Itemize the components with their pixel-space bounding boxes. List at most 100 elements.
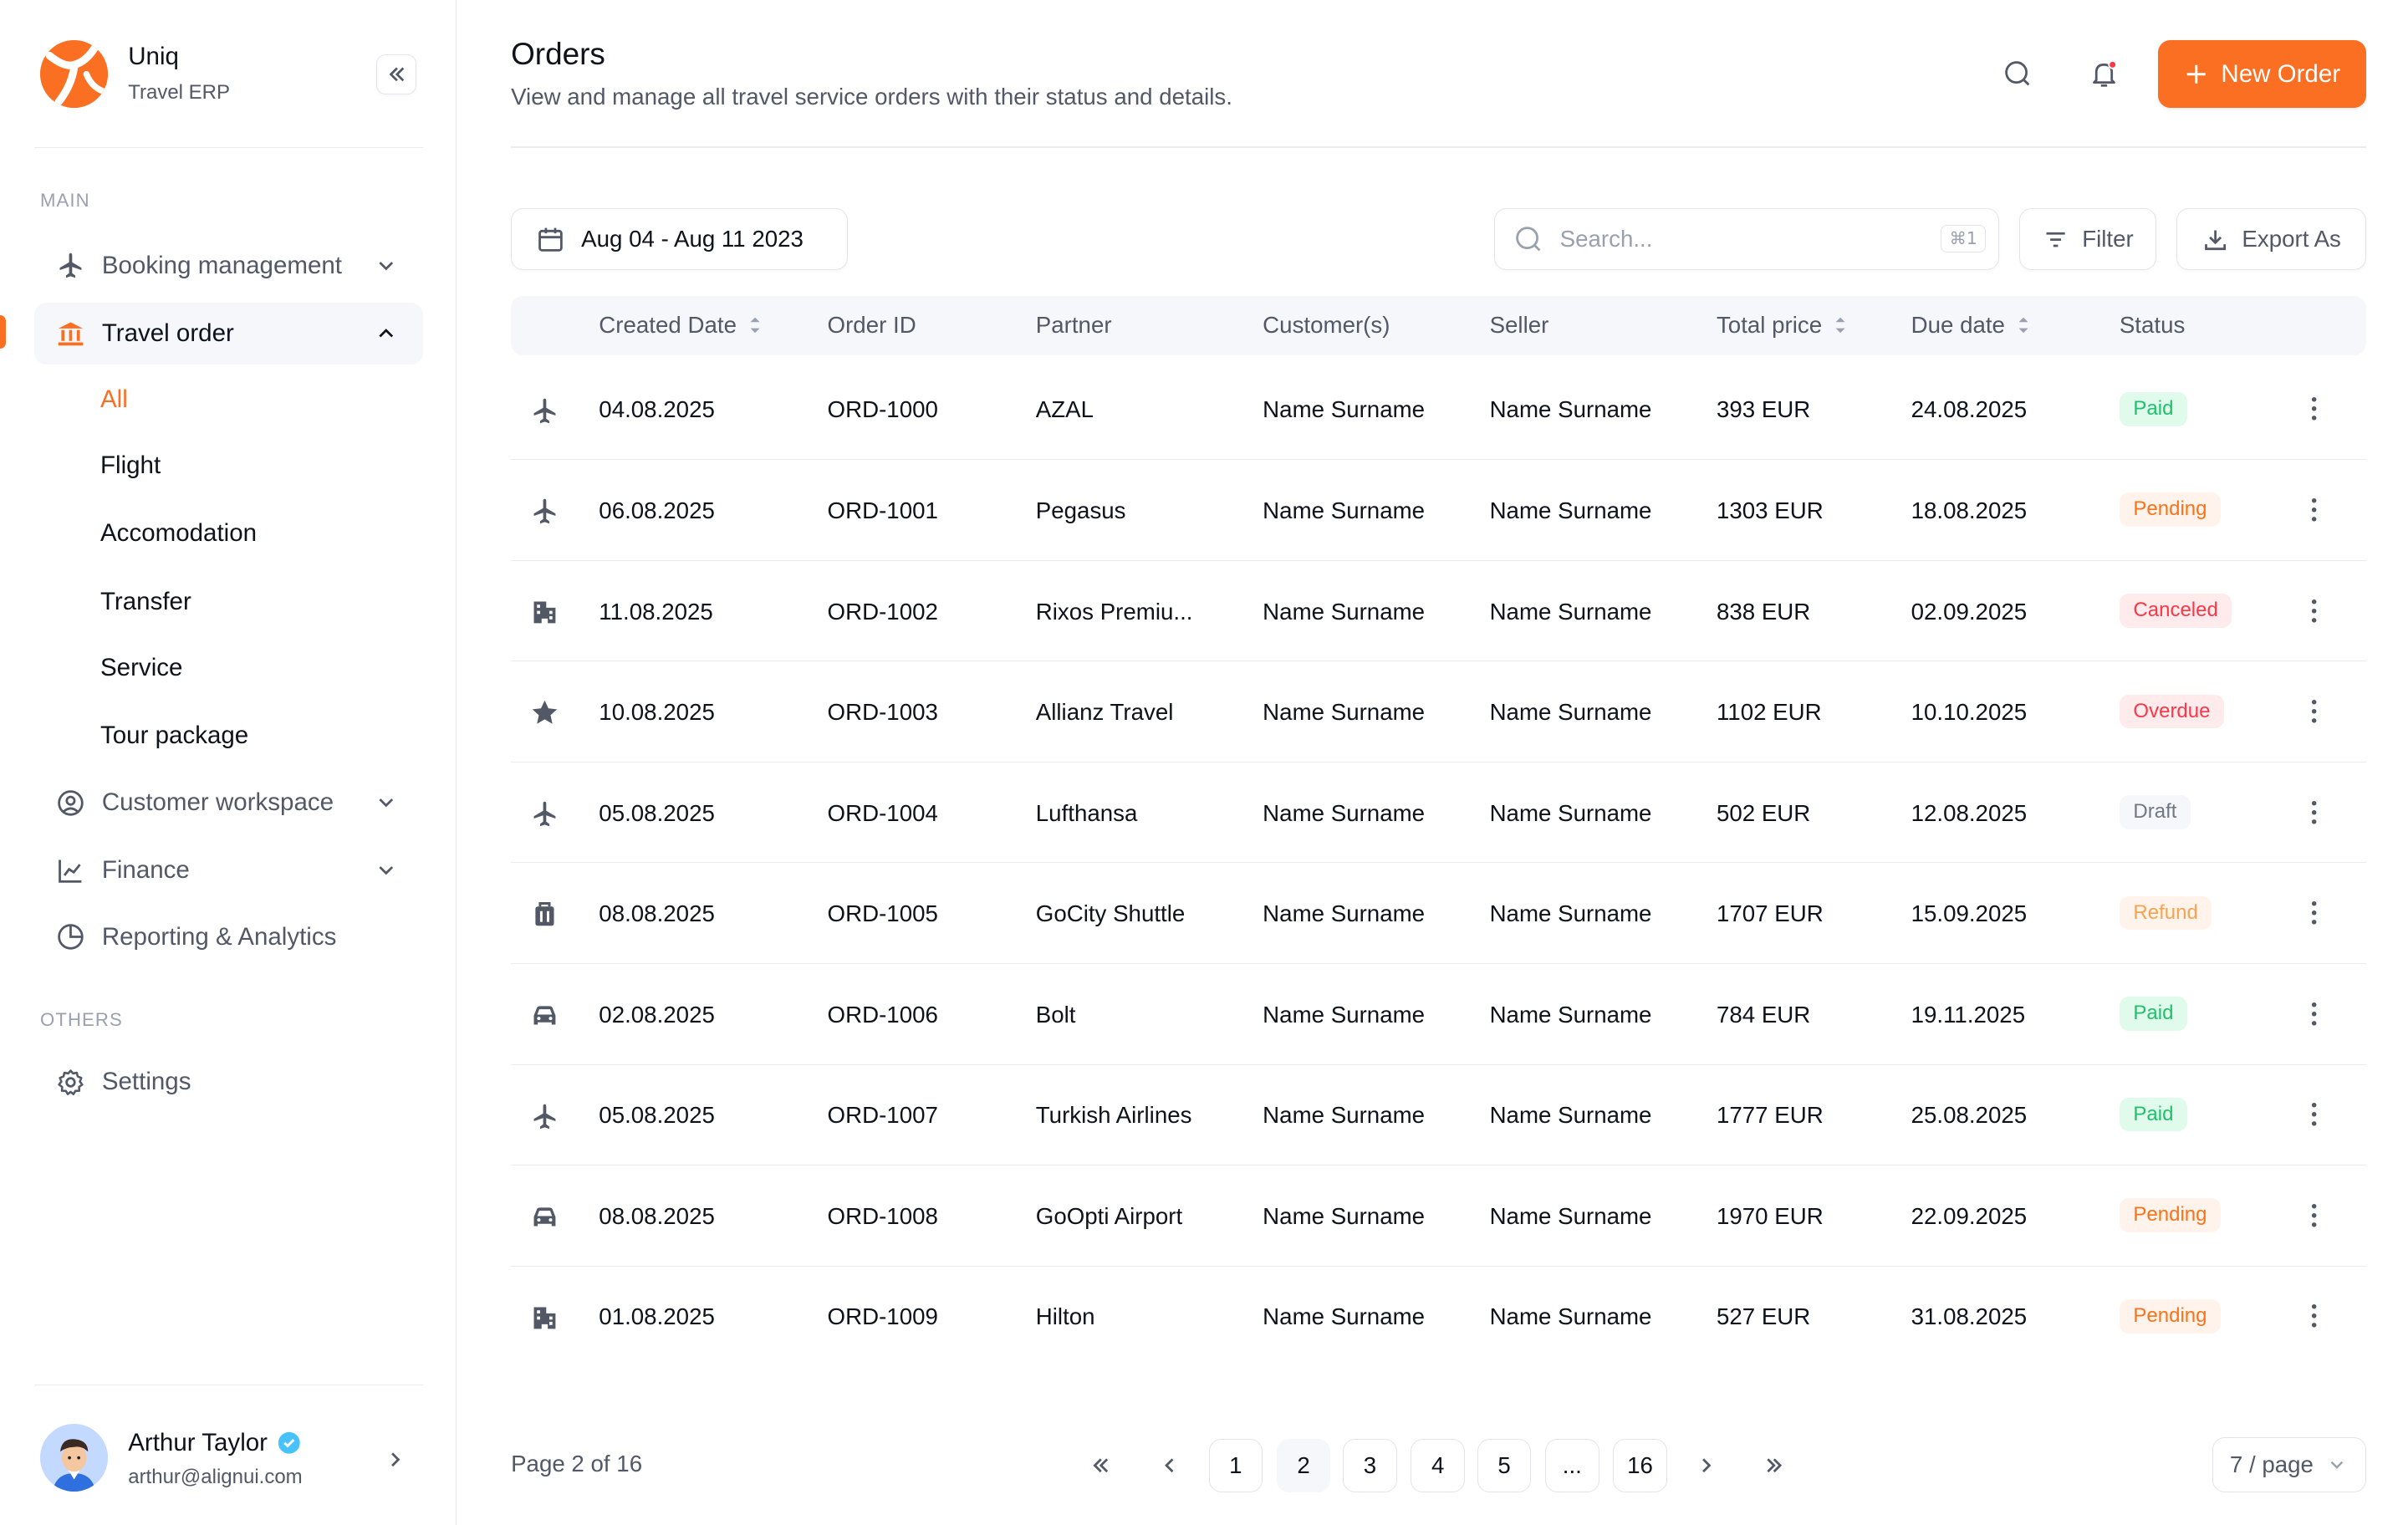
cell-due-date: 24.08.2025 xyxy=(1911,396,2028,423)
new-order-button[interactable]: New Order xyxy=(2157,40,2367,109)
table-row[interactable]: 08.08.2025 ORD-1005 GoCity Shuttle Name Sur… xyxy=(511,864,2367,964)
notifications-button[interactable] xyxy=(2079,49,2129,99)
subnav-service[interactable]: Service xyxy=(100,653,182,684)
row-actions-menu-icon[interactable] xyxy=(2298,595,2329,626)
subnav-accomodation[interactable]: Accomodation xyxy=(100,518,257,549)
column-order-id: Order ID xyxy=(827,311,916,338)
cell-partner: GoCity Shuttle xyxy=(1035,900,1186,927)
row-actions-menu-icon[interactable] xyxy=(2298,898,2329,929)
cell-partner: Bolt xyxy=(1035,1001,1076,1028)
page-description: View and manage all travel service order… xyxy=(511,83,1232,110)
active-indicator xyxy=(0,314,7,349)
collapse-sidebar-button[interactable] xyxy=(376,54,417,94)
building-columns-icon xyxy=(55,318,86,349)
page-button-4[interactable]: 4 xyxy=(1411,1438,1466,1493)
row-actions-menu-icon[interactable] xyxy=(2298,1099,2329,1130)
cell-seller: Name Surname xyxy=(1489,699,1652,726)
subnav-flight[interactable]: Flight xyxy=(100,451,161,482)
cell-order-id: ORD-1006 xyxy=(827,1001,938,1028)
cell-created-date: 10.08.2025 xyxy=(599,699,715,726)
page-button-1[interactable]: 1 xyxy=(1208,1438,1263,1493)
table-row[interactable]: 01.08.2025 ORD-1009 Hilton Name Surname Name… xyxy=(511,1267,2366,1367)
cell-total-price: 1303 EUR xyxy=(1716,497,1824,524)
row-actions-menu-icon[interactable] xyxy=(2298,494,2329,525)
sidebar-item-reporting-analytics[interactable]: Reporting & Analytics xyxy=(34,906,423,968)
status-badge: Paid xyxy=(2119,997,2188,1031)
filter-button[interactable]: Filter xyxy=(2018,208,2157,271)
subnav-tour-package[interactable]: Tour package xyxy=(100,721,248,752)
column-status: Status xyxy=(2119,311,2186,338)
table-row[interactable]: 08.08.2025 ORD-1008 GoOpti Airport Name Sur… xyxy=(511,1166,2367,1267)
row-actions-menu-icon[interactable] xyxy=(2298,797,2329,828)
cell-partner: Pegasus xyxy=(1035,497,1126,524)
cell-due-date: 22.09.2025 xyxy=(1911,1202,2028,1229)
brand-header: Uniq Travel ERP xyxy=(33,0,423,149)
sort-icon xyxy=(1835,317,1845,334)
cell-seller: Name Surname xyxy=(1489,396,1652,423)
column-due-date[interactable]: Due date xyxy=(1911,312,2033,339)
row-actions-menu-icon[interactable] xyxy=(2298,998,2329,1029)
row-actions-menu-icon[interactable] xyxy=(2298,394,2329,425)
cell-partner: Rixos Premiu... xyxy=(1035,598,1193,625)
avatar xyxy=(39,1424,109,1492)
user-profile[interactable]: Arthur Taylor arthur@alignui.com xyxy=(33,1385,423,1525)
status-badge: Pending xyxy=(2119,1198,2222,1232)
cell-seller: Name Surname xyxy=(1489,1202,1652,1229)
prev-page-button[interactable] xyxy=(1142,1439,1196,1493)
uniq-logo xyxy=(39,40,109,109)
date-range-label: Aug 04 - Aug 11 2023 xyxy=(581,226,804,252)
chevron-down-icon xyxy=(379,798,393,808)
cell-partner: Lufthansa xyxy=(1035,799,1138,826)
download-icon xyxy=(2205,230,2227,250)
column-seller: Seller xyxy=(1489,311,1549,338)
chevron-down-icon xyxy=(379,261,393,271)
page-button-3[interactable]: 3 xyxy=(1343,1438,1397,1493)
cell-partner: Turkish Airlines xyxy=(1035,1102,1192,1129)
shortcut-hint: ⌘1 xyxy=(1941,224,1987,253)
table-row[interactable]: 05.08.2025 ORD-1007 Turkish Airlines Name S… xyxy=(511,1065,2367,1166)
page-button-5[interactable]: 5 xyxy=(1477,1438,1532,1493)
cell-created-date: 05.08.2025 xyxy=(599,1102,715,1129)
table-row[interactable]: 04.08.2025 ORD-1000 AZAL Name Surname Name S… xyxy=(511,360,2367,461)
search-button[interactable] xyxy=(1992,49,2042,99)
last-page-button[interactable] xyxy=(1747,1439,1802,1493)
sidebar-item-customer-workspace[interactable]: Customer workspace xyxy=(34,772,423,834)
double-chevron-right-icon xyxy=(1767,1458,1783,1473)
first-page-button[interactable] xyxy=(1074,1439,1129,1493)
cell-due-date: 25.08.2025 xyxy=(1911,1102,2028,1129)
sidebar-item-travel-order[interactable]: Travel order xyxy=(33,302,423,365)
cell-customer: Name Surname xyxy=(1263,396,1426,423)
section-others-label: OTHERS xyxy=(40,1009,123,1031)
column-created-date[interactable]: Created Date xyxy=(599,312,764,339)
page-button-2[interactable]: 2 xyxy=(1276,1438,1331,1493)
table-row[interactable]: 11.08.2025 ORD-1002 Rixos Premiu... Name Su… xyxy=(511,561,2367,662)
table-row[interactable]: 02.08.2025 ORD-1006 Bolt Name Surname Name S… xyxy=(511,965,2367,1065)
search-field[interactable]: ⌘1 xyxy=(1494,208,1999,271)
sidebar-item-settings[interactable]: Settings xyxy=(34,1051,423,1113)
per-page-select[interactable]: 7 / page xyxy=(2212,1436,2367,1493)
row-actions-menu-icon[interactable] xyxy=(2298,696,2329,727)
row-actions-menu-icon[interactable] xyxy=(2298,1200,2329,1231)
cell-customer: Name Surname xyxy=(1263,900,1426,927)
date-range-picker[interactable]: Aug 04 - Aug 11 2023 xyxy=(511,208,848,271)
sidebar-item-finance[interactable]: Finance xyxy=(34,839,423,901)
cell-due-date: 12.08.2025 xyxy=(1911,799,2028,826)
sidebar-item-booking-management[interactable]: Booking management xyxy=(34,235,423,297)
row-actions-menu-icon[interactable] xyxy=(2298,1301,2329,1332)
cell-customer: Name Surname xyxy=(1263,799,1426,826)
cell-customer: Name Surname xyxy=(1263,1102,1426,1129)
table-row[interactable]: 10.08.2025 ORD-1003 Allianz Travel Name Sur… xyxy=(511,662,2367,762)
table-row[interactable]: 05.08.2025 ORD-1004 Lufthansa Name Surname N… xyxy=(511,762,2367,864)
search-input[interactable] xyxy=(1559,226,1916,253)
table-row[interactable]: 06.08.2025 ORD-1001 Pegasus Name Surname Nam… xyxy=(511,461,2367,561)
cell-customer: Name Surname xyxy=(1263,1001,1426,1028)
next-page-button[interactable] xyxy=(1680,1439,1734,1493)
subnav-all[interactable]: All xyxy=(100,385,128,416)
export-button[interactable]: Export As xyxy=(2176,208,2367,271)
subnav-transfer[interactable]: Transfer xyxy=(100,587,191,618)
user-circle-icon xyxy=(55,788,86,819)
search-icon xyxy=(2004,61,2029,86)
column-total-price[interactable]: Total price xyxy=(1717,312,1849,339)
verified-badge-icon xyxy=(278,1431,300,1454)
page-button-16[interactable]: 16 xyxy=(1613,1438,1667,1493)
